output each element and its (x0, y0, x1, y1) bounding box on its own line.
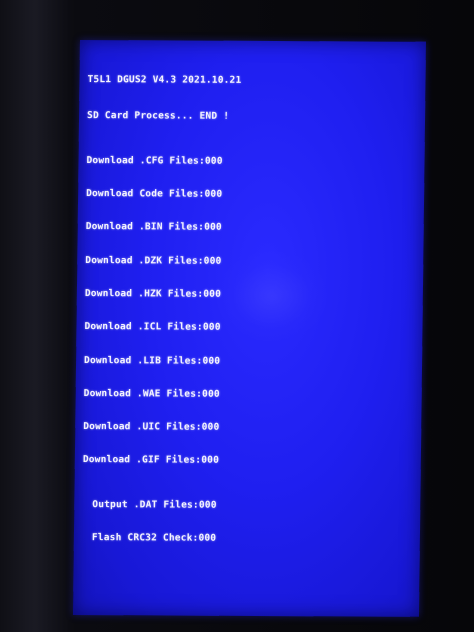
download-count: 000 (203, 288, 222, 300)
flash-crc32-row: Flash CRC32 Check:000 (82, 532, 236, 544)
output-count: 000 (198, 499, 217, 511)
download-count: 000 (203, 255, 222, 267)
download-count: 000 (201, 421, 220, 433)
sd-card-status: SD Card Process... END ! (87, 110, 230, 123)
output-label: Output .DAT Files: (92, 498, 199, 511)
download-label: Download .HZK Files: (84, 288, 204, 300)
download-row-cfg: Download .CFG Files:000 (86, 155, 240, 167)
download-count: 000 (202, 388, 220, 400)
lcd-screen: T5L1 DGUS2 V4.3 2021.10.21 SD Card Proce… (72, 40, 426, 617)
download-label: Download .WAE Files: (83, 387, 203, 400)
download-label: Download .GIF Files: (82, 454, 202, 467)
download-count: 000 (202, 321, 221, 334)
download-row-wae: Download .WAE Files:000 (84, 388, 238, 400)
download-count: 000 (204, 188, 223, 200)
bezel-edge (0, 0, 70, 632)
download-row-bin: Download .BIN Files:000 (86, 221, 240, 233)
download-row-code: Download Code Files:000 (86, 188, 240, 200)
download-label: Download .UIC Files: (83, 421, 202, 433)
flash-label: Flash CRC32 Check: (91, 532, 199, 544)
download-label: Download .DZK Files: (85, 254, 204, 267)
boot-log: T5L1 DGUS2 V4.3 2021.10.21 SD Card Proce… (82, 52, 242, 566)
download-label: Download .LIB Files: (84, 354, 203, 367)
download-label: Download .BIN Files: (85, 221, 205, 234)
download-label: Download .CFG Files: (86, 154, 205, 167)
download-count: 000 (201, 455, 220, 467)
download-count: 000 (204, 155, 223, 167)
download-row-hzk: Download .HZK Files:000 (85, 288, 239, 300)
flash-count: 000 (198, 532, 217, 544)
download-row-icl: Download .ICL Files:000 (84, 321, 238, 333)
download-row-uic: Download .UIC Files:000 (83, 421, 237, 433)
download-row-lib: Download .LIB Files:000 (84, 355, 238, 367)
photo-frame: T5L1 DGUS2 V4.3 2021.10.21 SD Card Proce… (0, 0, 474, 632)
download-count: 000 (204, 222, 222, 234)
download-label: Download .ICL Files: (84, 321, 203, 333)
download-label: Download Code Files: (86, 188, 205, 200)
firmware-version-header: T5L1 DGUS2 V4.3 2021.10.21 (87, 74, 242, 87)
download-row-dzk: Download .DZK Files:000 (85, 255, 239, 267)
download-row-gif: Download .GIF Files:000 (83, 454, 237, 466)
output-dat-row: Output .DAT Files:000 (82, 499, 236, 511)
download-count: 000 (202, 355, 221, 367)
